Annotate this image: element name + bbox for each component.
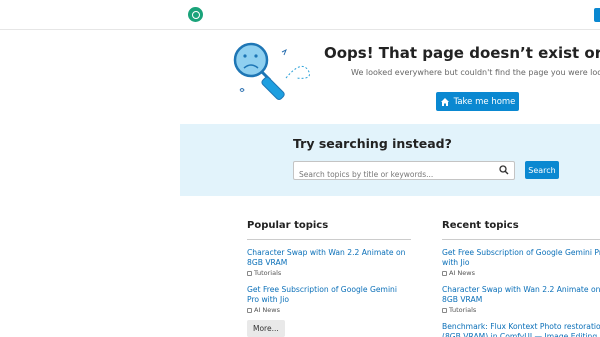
topic-category[interactable]: Tutorials [442,306,600,314]
list-item: Benchmark: Flux Kontext Photo restoratio… [442,322,600,337]
category-label: Tutorials [449,306,477,314]
search-title: Try searching instead? [293,136,452,151]
take-me-home-button[interactable]: Take me home [436,92,519,111]
topic-link[interactable]: Benchmark: Flux Kontext Photo restoratio… [442,322,600,337]
home-icon [440,97,449,106]
category-icon [247,307,252,313]
take-me-home-label: Take me home [453,96,516,107]
recent-topics-title: Recent topics [442,220,600,240]
list-item: Get Free Subscription of Google Gemini P… [442,248,600,277]
popular-topics-title: Popular topics [247,220,411,240]
category-label: Tutorials [254,269,282,277]
popular-topics-section: Popular topics Character Swap with Wan 2… [247,220,411,337]
discourse-logo-icon[interactable] [188,7,203,22]
category-label: AI News [254,306,280,314]
error-subtitle: We looked everywhere but couldn't find t… [351,68,600,77]
topic-link[interactable]: Character Swap with Wan 2.2 Animate on 8… [247,248,411,268]
category-icon [247,270,252,276]
error-title: Oops! That page doesn’t exist or is priv [324,44,600,62]
list-item: Character Swap with Wan 2.2 Animate on 8… [247,248,411,277]
category-icon [442,270,447,276]
topic-link[interactable]: Get Free Subscription of Google Gemini P… [247,285,411,305]
list-item: Get Free Subscription of Google Gemini P… [247,285,411,314]
search-button[interactable]: Search [525,161,559,179]
category-icon [442,307,447,313]
topic-link[interactable]: Get Free Subscription of Google Gemini P… [442,248,600,268]
category-label: AI News [449,269,475,277]
topic-category[interactable]: Tutorials [247,269,411,277]
header-action-button[interactable] [594,8,600,22]
topic-link[interactable]: Character Swap with Wan 2.2 Animate on 8… [442,285,600,305]
search-icon[interactable] [499,165,509,175]
magnifier-sad-face-illustration [233,42,310,100]
page: Oops! That page doesn’t exist or is priv… [0,0,600,337]
topic-category[interactable]: AI News [247,306,411,314]
list-item: Character Swap with Wan 2.2 Animate on 8… [442,285,600,314]
topic-category[interactable]: AI News [442,269,600,277]
site-header [0,0,600,30]
recent-topics-section: Recent topics Get Free Subscription of G… [442,220,600,337]
search-input[interactable] [294,166,489,183]
more-button[interactable]: More... [247,320,285,337]
search-box[interactable] [293,161,515,183]
search-panel: Try searching instead? Search [180,124,600,196]
